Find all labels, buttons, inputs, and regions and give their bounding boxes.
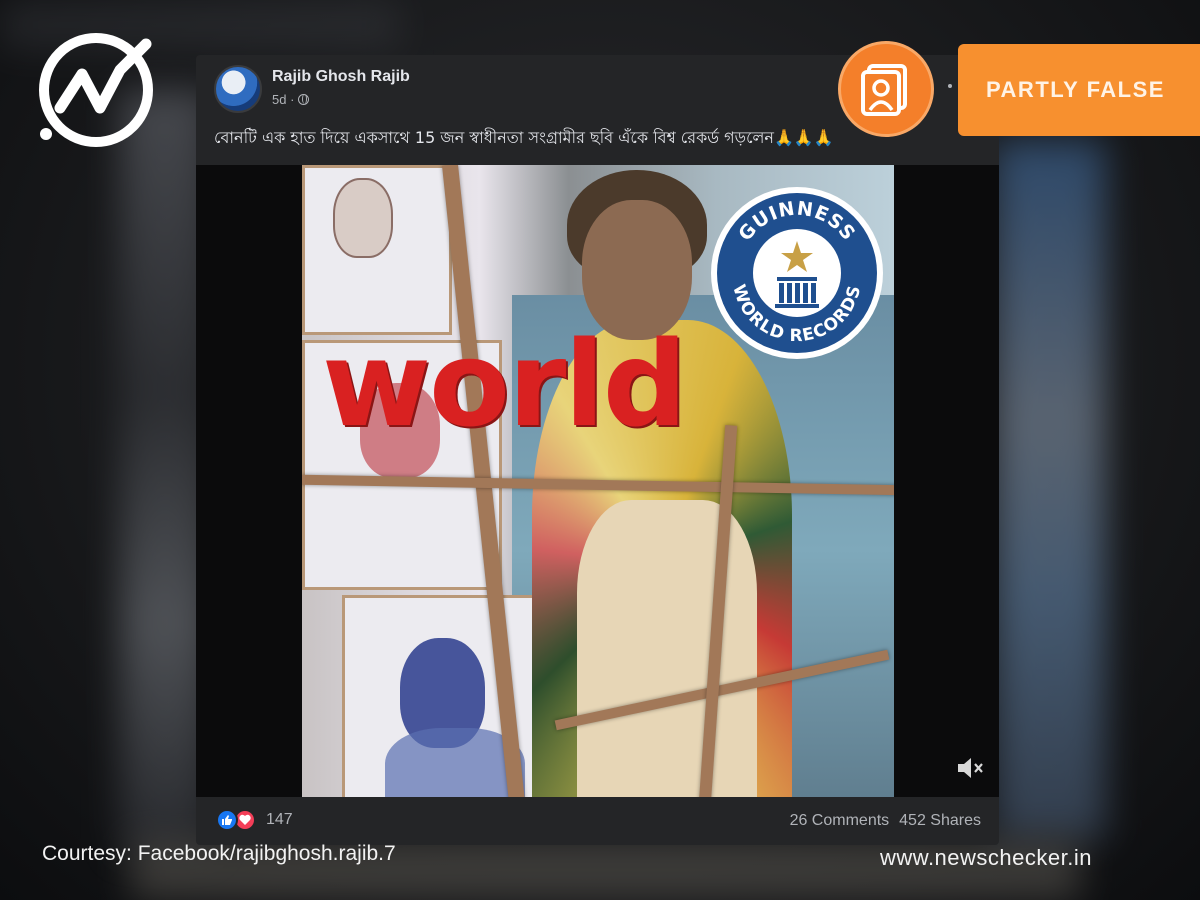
post-footer: 147 26 Comments 452 Shares — [196, 797, 999, 845]
engagement-stats: 26 Comments 452 Shares — [790, 812, 981, 830]
sketch-panel — [302, 165, 452, 335]
courtesy-text: Courtesy: Facebook/rajibghosh.rajib.7 — [42, 842, 396, 865]
image-frame-icon — [838, 41, 934, 137]
like-icon — [216, 809, 238, 831]
rating-badge: PARTLY FALSE — [958, 44, 1200, 136]
comments-count[interactable]: 26 Comments — [790, 812, 890, 830]
video-player[interactable]: world GUINNESS WORLD RECORDS — [196, 165, 999, 797]
author-name[interactable]: Rajib Ghosh Rajib — [272, 68, 410, 86]
fact-check-card: Rajib Ghosh Rajib 5d · বোনটি এক হাত দিয়… — [0, 0, 1200, 900]
video-overlay-text: world — [322, 315, 687, 453]
post-header: Rajib Ghosh Rajib 5d · — [214, 65, 914, 115]
facebook-post: Rajib Ghosh Rajib 5d · বোনটি এক হাত দিয়… — [196, 55, 999, 845]
mute-icon[interactable] — [956, 755, 984, 781]
guinness-logo-icon: GUINNESS WORLD RECORDS — [711, 187, 883, 359]
post-caption: বোনটি এক হাত দিয়ে একসাথে 15 জন স্বাধীনত… — [214, 128, 834, 147]
newschecker-logo-icon — [39, 33, 153, 147]
reaction-count: 147 — [266, 811, 293, 828]
avatar[interactable] — [214, 65, 262, 113]
shares-count[interactable]: 452 Shares — [899, 812, 981, 830]
globe-icon — [298, 94, 310, 105]
post-meta: 5d · — [272, 92, 310, 107]
reactions[interactable]: 147 — [216, 809, 293, 831]
blurred-background — [995, 140, 1105, 840]
more-options-dot — [948, 84, 952, 88]
post-time[interactable]: 5d · — [272, 92, 294, 107]
video-frame: world GUINNESS WORLD RECORDS — [302, 165, 894, 797]
site-url[interactable]: www.newschecker.in — [880, 845, 1092, 871]
